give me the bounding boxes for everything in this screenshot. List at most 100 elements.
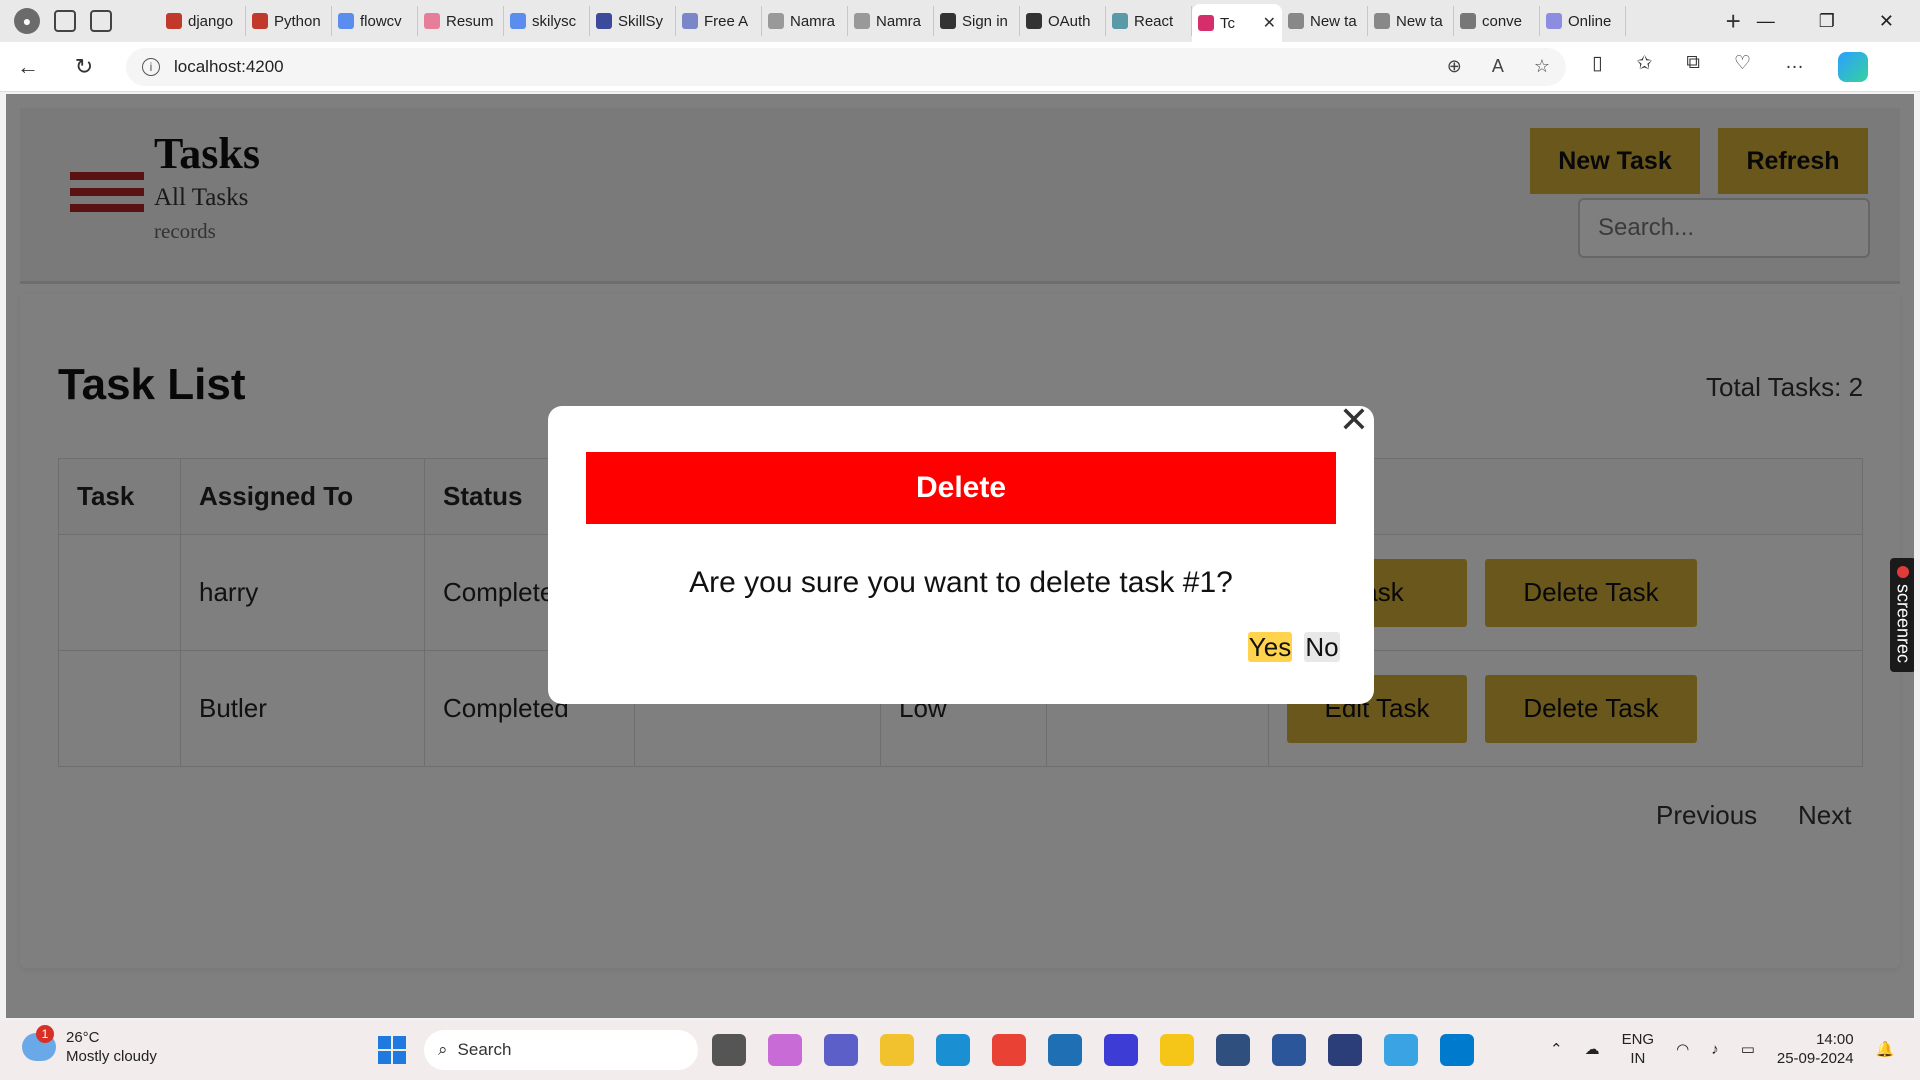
- browser-tab[interactable]: OAuth: [1020, 6, 1106, 36]
- chevron-up-icon[interactable]: ⌃: [1550, 1040, 1563, 1058]
- browser-tab[interactable]: SkillSy: [590, 6, 676, 36]
- split-screen-icon[interactable]: ▯: [1592, 52, 1602, 82]
- performance-icon[interactable]: ♡: [1734, 52, 1751, 82]
- copilot-icon[interactable]: [1838, 51, 1869, 82]
- tab-favicon-icon: [682, 13, 698, 29]
- taskbar-apps: [712, 1034, 1474, 1066]
- close-window-icon[interactable]: ✕: [1879, 11, 1894, 32]
- taskbar-app-icon[interactable]: [712, 1034, 746, 1066]
- tab-favicon-icon: [338, 13, 354, 29]
- tab-favicon-icon: [252, 13, 268, 29]
- tab-label: conve: [1482, 12, 1523, 30]
- tab-label: Tc: [1220, 14, 1235, 32]
- back-icon[interactable]: ←: [0, 54, 56, 80]
- browser-tab[interactable]: django: [160, 6, 246, 36]
- taskbar-app-icon[interactable]: [1440, 1034, 1474, 1066]
- browser-tab[interactable]: conve: [1454, 6, 1540, 36]
- tab-favicon-icon: [1026, 13, 1042, 29]
- browser-tab[interactable]: New ta: [1282, 6, 1368, 36]
- zoom-icon[interactable]: ⊕: [1447, 56, 1462, 77]
- lang-line-2: IN: [1630, 1050, 1646, 1067]
- reload-icon[interactable]: ↻: [56, 54, 112, 80]
- profile-icon[interactable]: ●: [14, 8, 40, 34]
- tab-label: Online: [1568, 12, 1612, 30]
- favorite-star-icon[interactable]: ☆: [1534, 56, 1550, 77]
- tab-label: New ta: [1396, 12, 1443, 30]
- minimize-icon[interactable]: —: [1757, 11, 1775, 32]
- more-menu-icon[interactable]: …: [1785, 52, 1804, 82]
- confirm-no-button[interactable]: No: [1304, 632, 1340, 662]
- taskbar-app-icon[interactable]: [1384, 1034, 1418, 1066]
- record-dot-icon: [1897, 566, 1909, 579]
- wifi-icon[interactable]: ◠: [1676, 1040, 1689, 1058]
- taskbar-app-icon[interactable]: [1272, 1034, 1306, 1066]
- confirm-yes-button[interactable]: Yes: [1248, 632, 1292, 662]
- taskbar-app-icon[interactable]: [1216, 1034, 1250, 1066]
- browser-tab[interactable]: Namra: [762, 6, 848, 36]
- tab-label: Free A: [704, 12, 749, 30]
- taskbar-app-icon[interactable]: [880, 1034, 914, 1066]
- restore-icon[interactable]: ❐: [1819, 11, 1835, 32]
- browser-tab[interactable]: Free A: [676, 6, 762, 36]
- browser-tab[interactable]: React: [1106, 6, 1192, 36]
- tab-close-icon[interactable]: ✕: [1263, 13, 1276, 33]
- tab-favicon-icon: [940, 13, 956, 29]
- search-icon: ⌕: [438, 1040, 448, 1059]
- taskbar-app-icon[interactable]: [824, 1034, 858, 1066]
- start-button[interactable]: [378, 1036, 406, 1064]
- tab-label: OAuth: [1048, 12, 1091, 30]
- browser-tab[interactable]: Namra: [848, 6, 934, 36]
- taskbar-app-icon[interactable]: [1328, 1034, 1362, 1066]
- browser-tab[interactable]: Resum: [418, 6, 504, 36]
- browser-tab[interactable]: Sign in: [934, 6, 1020, 36]
- battery-icon[interactable]: ▭: [1741, 1040, 1755, 1058]
- clock[interactable]: 14:00 25-09-2024: [1777, 1030, 1854, 1068]
- taskbar-app-icon[interactable]: [1160, 1034, 1194, 1066]
- screenrec-widget[interactable]: screenrec: [1890, 558, 1914, 672]
- browser-tab[interactable]: Tc ✕: [1192, 4, 1282, 42]
- tab-favicon-icon: [510, 13, 526, 29]
- new-tab-button[interactable]: +: [1726, 6, 1741, 37]
- tab-actions-icon[interactable]: [90, 10, 112, 32]
- taskbar-search-label: Search: [457, 1040, 512, 1059]
- weather-widget[interactable]: 1 26°C Mostly cloudy: [22, 1025, 157, 1066]
- collections-icon[interactable]: ⧉: [1686, 52, 1700, 82]
- browser-tab[interactable]: Python: [246, 6, 332, 36]
- modal-message: Are you sure you want to delete task #1?: [689, 566, 1233, 599]
- site-info-icon[interactable]: i: [142, 57, 160, 76]
- browser-tab[interactable]: New ta: [1368, 6, 1454, 36]
- browser-tab[interactable]: Online: [1540, 6, 1626, 36]
- tab-favicon-icon: [1546, 13, 1562, 29]
- onedrive-icon[interactable]: ☁: [1585, 1040, 1600, 1058]
- tab-favicon-icon: [166, 13, 182, 29]
- tab-favicon-icon: [1112, 13, 1128, 29]
- taskbar-app-icon[interactable]: [768, 1034, 802, 1066]
- browser-tab[interactable]: skilysc: [504, 6, 590, 36]
- favorites-icon[interactable]: ✩: [1636, 52, 1652, 82]
- browser-tab-bar: ● django Python flowcv Resum skilysc SkillSy F…: [0, 0, 1920, 42]
- tab-label: New ta: [1310, 12, 1357, 30]
- taskbar-search[interactable]: ⌕ Search: [424, 1030, 698, 1070]
- taskbar-app-icon[interactable]: [1104, 1034, 1138, 1066]
- system-tray: ⌃ ☁ ENG IN ◠ ♪ ▭ 14:00 25-09-2024 🔔: [1550, 1030, 1894, 1068]
- volume-icon[interactable]: ♪: [1711, 1041, 1719, 1058]
- browser-tab[interactable]: flowcv: [332, 6, 418, 36]
- notifications-bell-icon[interactable]: 🔔: [1876, 1040, 1895, 1058]
- url-field[interactable]: i localhost:4200 ⊕ A ☆: [126, 47, 1566, 86]
- tab-label: Namra: [790, 12, 836, 30]
- window-controls: — ❐ ✕: [1757, 11, 1920, 32]
- delete-confirm-modal: ✕ Delete Are you sure you want to delete…: [548, 400, 1374, 704]
- taskbar-app-icon[interactable]: [992, 1034, 1026, 1066]
- language-indicator[interactable]: ENG IN: [1622, 1030, 1655, 1068]
- read-aloud-icon[interactable]: A: [1492, 56, 1504, 77]
- tab-label: skilysc: [532, 12, 577, 30]
- close-icon[interactable]: ✕: [1334, 400, 1374, 440]
- taskbar-app-icon[interactable]: [936, 1034, 970, 1066]
- tab-favicon-icon: [1288, 13, 1304, 29]
- workspaces-icon[interactable]: [54, 10, 76, 32]
- tab-favicon-icon: [596, 13, 612, 29]
- tab-favicon-icon: [1198, 15, 1214, 31]
- tab-label: Resum: [446, 12, 494, 30]
- taskbar-app-icon[interactable]: [1048, 1034, 1082, 1066]
- tab-label: React: [1134, 12, 1174, 30]
